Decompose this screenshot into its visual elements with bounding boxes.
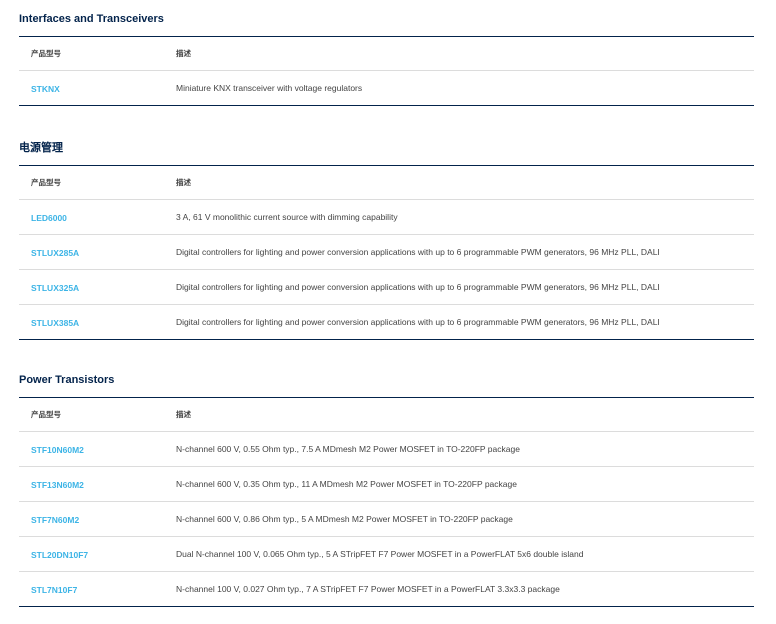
part-description: 3 A, 61 V monolithic current source with… bbox=[176, 212, 398, 222]
part-link[interactable]: STLUX325A bbox=[31, 283, 79, 293]
part-description: N-channel 100 V, 0.027 Ohm typ., 7 A STr… bbox=[176, 584, 560, 594]
section-title: Interfaces and Transceivers bbox=[19, 13, 164, 25]
col-header-part: 产品型号 bbox=[31, 410, 61, 419]
part-link[interactable]: STF7N60M2 bbox=[31, 515, 79, 525]
table-header: 产品型号 描述 bbox=[19, 398, 754, 431]
table-row: STF7N60M2 N-channel 600 V, 0.86 Ohm typ.… bbox=[19, 501, 754, 536]
table-row: STL20DN10F7 Dual N-channel 100 V, 0.065 … bbox=[19, 536, 754, 571]
table-row: STLUX385A Digital controllers for lighti… bbox=[19, 304, 754, 339]
col-header-part: 产品型号 bbox=[31, 178, 61, 187]
table-row: STKNX Miniature KNX transceiver with vol… bbox=[19, 70, 754, 105]
part-description: Miniature KNX transceiver with voltage r… bbox=[176, 83, 363, 93]
part-link[interactable]: STF10N60M2 bbox=[31, 445, 84, 455]
part-description: Digital controllers for lighting and pow… bbox=[176, 317, 660, 327]
col-header-desc: 描述 bbox=[176, 178, 191, 187]
part-description: N-channel 600 V, 0.35 Ohm typ., 11 A MDm… bbox=[176, 479, 517, 489]
table-row: STL7N10F7 N-channel 100 V, 0.027 Ohm typ… bbox=[19, 571, 754, 606]
part-link[interactable]: STF13N60M2 bbox=[31, 480, 84, 490]
part-link[interactable]: STLUX285A bbox=[31, 248, 79, 258]
product-table: 产品型号 描述 STF10N60M2 N-channel 600 V, 0.55… bbox=[19, 397, 754, 607]
part-link[interactable]: STL20DN10F7 bbox=[31, 550, 88, 560]
table-row: STLUX325A Digital controllers for lighti… bbox=[19, 269, 754, 304]
section-interfaces-transceivers: Interfaces and Transceivers 产品型号 描述 STKN… bbox=[19, 11, 754, 106]
col-header-desc: 描述 bbox=[176, 49, 191, 58]
product-table: 产品型号 描述 STKNX Miniature KNX transceiver … bbox=[19, 36, 754, 106]
col-header-part: 产品型号 bbox=[31, 49, 61, 58]
section-power-management: 电源管理 产品型号 描述 LED6000 3 A, 61 V monolithi… bbox=[19, 140, 754, 340]
table-row: STF13N60M2 N-channel 600 V, 0.35 Ohm typ… bbox=[19, 466, 754, 501]
part-description: Dual N-channel 100 V, 0.065 Ohm typ., 5 … bbox=[176, 549, 584, 559]
table-row: LED6000 3 A, 61 V monolithic current sou… bbox=[19, 199, 754, 234]
table-header: 产品型号 描述 bbox=[19, 37, 754, 70]
part-link[interactable]: LED6000 bbox=[31, 213, 67, 223]
part-description: Digital controllers for lighting and pow… bbox=[176, 247, 660, 257]
table-row: STLUX285A Digital controllers for lighti… bbox=[19, 234, 754, 269]
part-link[interactable]: STLUX385A bbox=[31, 318, 79, 328]
table-row: STF10N60M2 N-channel 600 V, 0.55 Ohm typ… bbox=[19, 431, 754, 466]
part-description: N-channel 600 V, 0.55 Ohm typ., 7.5 A MD… bbox=[176, 444, 520, 454]
product-table: 产品型号 描述 LED6000 3 A, 61 V monolithic cur… bbox=[19, 165, 754, 340]
col-header-desc: 描述 bbox=[176, 410, 191, 419]
part-description: N-channel 600 V, 0.86 Ohm typ., 5 A MDme… bbox=[176, 514, 513, 524]
part-description: Digital controllers for lighting and pow… bbox=[176, 282, 660, 292]
part-link[interactable]: STL7N10F7 bbox=[31, 585, 77, 595]
section-title: Power Transistors bbox=[19, 374, 115, 386]
part-link[interactable]: STKNX bbox=[31, 84, 60, 94]
section-power-transistors: Power Transistors 产品型号 描述 STF10N60M2 N-c… bbox=[19, 372, 754, 607]
section-title: 电源管理 bbox=[19, 142, 63, 154]
table-header: 产品型号 描述 bbox=[19, 166, 754, 199]
